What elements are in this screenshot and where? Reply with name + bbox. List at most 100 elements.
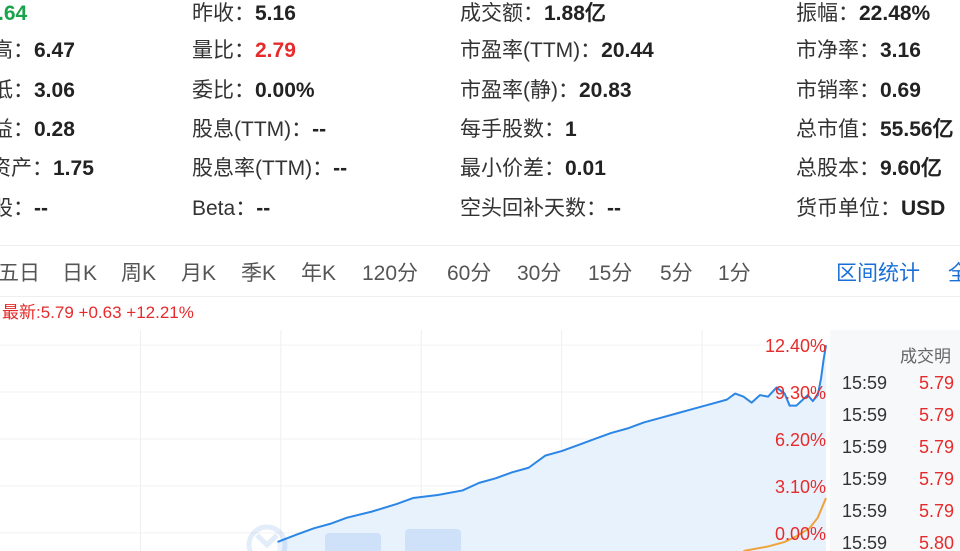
stat-amplitude: 振幅：22.48% [796, 0, 930, 28]
trade-details-panel[interactable]: 成交明 15:59 5.79 15:59 5.79 15:59 5.79 15:… [830, 330, 960, 551]
stat-days-to-cover: 空头回补天数：-- [460, 195, 621, 223]
tab-daily-k[interactable]: 日K [62, 260, 97, 288]
trade-row: 15:59 5.79 [842, 495, 960, 527]
tab-weekly-k[interactable]: 周K [121, 260, 156, 288]
stat-beta: Beta：-- [192, 195, 270, 223]
latest-price-readout: 最新:5.79 +0.63 +12.21% [2, 303, 194, 322]
fullscreen-link[interactable]: 全 [948, 260, 960, 288]
stat-order-ratio: 委比：0.00% [192, 77, 315, 105]
tab-5min[interactable]: 5分 [660, 260, 693, 288]
stat-label: 股息(TTM)： [192, 118, 313, 141]
watermark-glyph-shape [325, 533, 381, 551]
stat-label: 总股本： [796, 157, 880, 180]
stat-value: 0.00% [255, 79, 315, 102]
stat-value: 2.79 [255, 39, 296, 62]
stat-label: 高： [0, 39, 34, 62]
stat-tick-size: 最小价差：0.01 [460, 155, 606, 183]
stat-label: 资产： [0, 157, 53, 180]
tab-120min[interactable]: 120分 [362, 260, 418, 288]
trade-price: 5.79 [919, 373, 955, 393]
stat-ps: 市销率：0.69 [796, 77, 921, 105]
stat-value: 3.06 [34, 79, 75, 102]
stat-value: 22.48% [859, 2, 931, 25]
trade-price: 5.79 [919, 469, 955, 489]
trade-time: 15:59 [842, 405, 888, 425]
stat-volume-ratio: 量比：2.79 [192, 37, 296, 65]
trade-price: 5.79 [919, 437, 955, 457]
stat-value: 1 [565, 118, 577, 141]
stat-value: 20.83 [579, 79, 632, 102]
tabs-top-divider [0, 245, 960, 246]
quote-stats-grid: .64 高：6.47 低：3.06 益：0.28 资产：1.75 股：-- 昨收… [0, 0, 960, 228]
stat-value: -- [333, 157, 348, 180]
tab-quarterly-k[interactable]: 季K [241, 260, 276, 288]
axis-tick-label: 6.20% [775, 430, 826, 450]
stat-value: 3.16 [880, 39, 921, 62]
stat-label: 市盈率(静)： [460, 79, 579, 102]
stat-dividend-yield-ttm: 股息率(TTM)：-- [192, 155, 347, 183]
tab-5day[interactable]: 五日 [0, 260, 40, 288]
stat-value: 0.01 [565, 157, 606, 180]
trade-time: 15:59 [842, 373, 888, 393]
stat-value: USD [901, 197, 946, 220]
trade-price: 5.79 [919, 405, 955, 425]
trade-row: 15:59 5.80 [842, 527, 960, 551]
stat-label: 振幅： [796, 2, 859, 25]
stat-market-cap: 总市值：55.56亿 [796, 116, 954, 144]
stat-label: 每手股数： [460, 118, 565, 141]
watermark-chevron-icon [255, 533, 279, 549]
stat-value: -- [607, 197, 621, 220]
stat-label: 股： [0, 197, 34, 220]
stat-label: 低： [0, 79, 34, 102]
axis-tick-label: 9.30% [775, 383, 826, 403]
trade-time: 15:59 [842, 469, 888, 489]
stat-dividend-ttm: 股息(TTM)：-- [192, 116, 326, 144]
stat-label: Beta： [192, 197, 257, 220]
stat-pb: 市净率：3.16 [796, 37, 921, 65]
tab-30min[interactable]: 30分 [517, 260, 561, 288]
trade-price: 5.79 [919, 501, 955, 521]
tab-60min[interactable]: 60分 [447, 260, 491, 288]
stat-total-shares: 总股本：9.60亿 [796, 155, 942, 183]
stat-value: 55.56亿 [880, 118, 954, 141]
stat-label: 市销率： [796, 79, 880, 102]
trade-time: 15:59 [842, 501, 888, 521]
stat-value: 20.44 [601, 39, 654, 62]
stat-lot-size: 每手股数：1 [460, 116, 577, 144]
trade-time: 15:59 [842, 437, 888, 457]
stat-label: 市净率： [796, 39, 880, 62]
stat-label: 股息率(TTM)： [192, 157, 334, 180]
stat-value: 0.69 [880, 79, 921, 102]
stat-turnover: 成交额：1.88亿 [460, 0, 606, 28]
stat-pe-static: 市盈率(静)：20.83 [460, 77, 632, 105]
tab-monthly-k[interactable]: 月K [181, 260, 216, 288]
trade-row: 15:59 5.79 [842, 431, 960, 463]
axis-tick-label: 0.00% [775, 524, 826, 544]
tab-15min[interactable]: 15分 [588, 260, 632, 288]
stat-label: 昨收： [192, 2, 255, 25]
trade-row: 15:59 5.79 [842, 463, 960, 495]
stat-value: 1.75 [53, 157, 94, 180]
stat-pe-ttm: 市盈率(TTM)：20.44 [460, 37, 654, 65]
stat-label: 益： [0, 118, 34, 141]
stat-label: 委比： [192, 79, 255, 102]
tab-yearly-k[interactable]: 年K [301, 260, 336, 288]
stat-value: 5.16 [255, 2, 296, 25]
stat-current-price: .64 [0, 0, 27, 28]
watermark-glyph-shape [405, 529, 461, 551]
range-stats-link[interactable]: 区间统计 [836, 260, 920, 288]
stat-currency: 货币单位：USD [796, 195, 945, 223]
stat-value: 9.60亿 [880, 157, 942, 180]
trade-details-title: 成交明 [900, 347, 951, 366]
stat-label: 空头回补天数： [460, 197, 607, 220]
stat-net-assets: 资产：1.75 [0, 155, 94, 183]
trade-row: 15:59 5.79 [842, 399, 960, 431]
stat-shares: 股：-- [0, 195, 48, 223]
stat-value: .64 [0, 2, 28, 25]
stat-low: 低：3.06 [0, 77, 75, 105]
trade-time: 15:59 [842, 533, 888, 551]
axis-tick-label: 12.40% [765, 336, 826, 356]
stat-value: -- [256, 197, 271, 220]
stat-value: -- [312, 118, 327, 141]
tab-1min[interactable]: 1分 [718, 260, 751, 288]
